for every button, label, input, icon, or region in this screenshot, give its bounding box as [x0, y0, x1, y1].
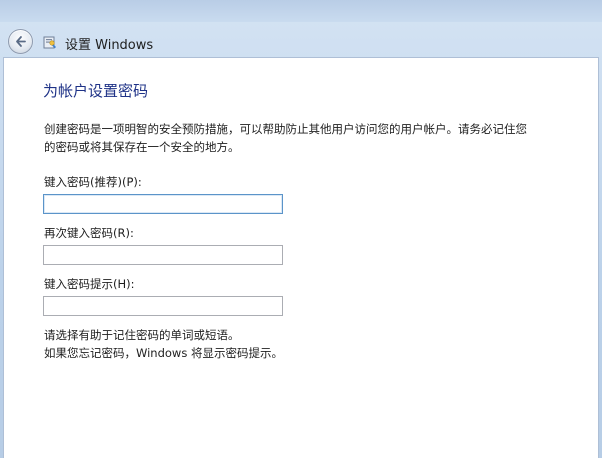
window-title: 设置 Windows [65, 38, 154, 53]
password-hint-input[interactable] [43, 296, 283, 316]
back-arrow-icon [16, 36, 26, 47]
description-line: 的密码或将其保存在一个安全的地方。 [44, 140, 240, 154]
page-description: 创建密码是一项明智的安全预防措施，可以帮助防止其他用户访问您的用户帐户。请务必记… [44, 120, 584, 156]
hint-line: 请选择有助于记住密码的单词或短语。 [44, 328, 240, 342]
window-frame-top [0, 0, 602, 22]
back-button[interactable] [8, 29, 33, 54]
description-line: 创建密码是一项明智的安全预防措施，可以帮助防止其他用户访问您的用户帐户。请务必记… [44, 122, 527, 136]
confirm-password-input[interactable] [43, 245, 283, 265]
windows-setup-icon [43, 36, 56, 49]
password-label: 键入密码(推荐)(P): [44, 175, 142, 189]
page-heading: 为帐户设置密码 [43, 82, 149, 100]
hint-line: 如果您忘记密码，Windows 将显示密码提示。 [44, 346, 283, 360]
hint-explanation: 请选择有助于记住密码的单词或短语。 如果您忘记密码，Windows 将显示密码提… [44, 326, 283, 362]
confirm-password-label: 再次键入密码(R): [44, 226, 134, 240]
password-input[interactable] [43, 194, 283, 214]
setup-content-panel: 为帐户设置密码 创建密码是一项明智的安全预防措施，可以帮助防止其他用户访问您的用… [4, 58, 598, 458]
password-hint-label: 键入密码提示(H): [44, 277, 135, 291]
title-bar: 设置 Windows [0, 26, 602, 58]
